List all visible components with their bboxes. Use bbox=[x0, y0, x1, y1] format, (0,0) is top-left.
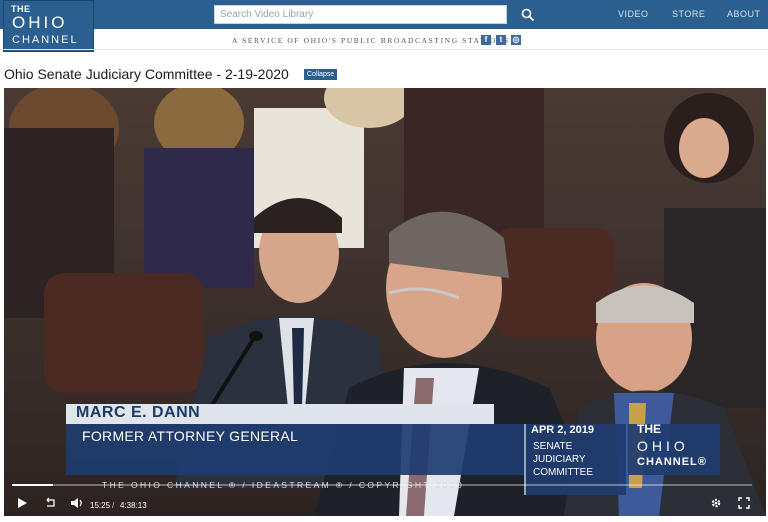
committee-label: SENATE JUDICIARY COMMITTEE bbox=[533, 441, 593, 478]
fullscreen-icon bbox=[738, 497, 750, 509]
nav-video[interactable]: VIDEO bbox=[618, 9, 649, 19]
facebook-icon[interactable]: f bbox=[481, 35, 491, 45]
progress-bar[interactable] bbox=[12, 484, 752, 486]
ohio-channel-logo[interactable]: THE OHIO CHANNEL bbox=[3, 0, 94, 52]
recording-date: APR 2, 2019 bbox=[531, 424, 594, 436]
collapse-button[interactable]: Collapse bbox=[304, 69, 338, 80]
speaker-name: MARC E. DANN bbox=[76, 404, 201, 421]
twitter-icon[interactable]: t bbox=[496, 35, 506, 45]
settings-button[interactable] bbox=[710, 497, 722, 509]
service-tagline: A SERVICE OF OHIO'S PUBLIC BROADCASTING … bbox=[232, 36, 510, 45]
current-time: 15:25 bbox=[90, 501, 111, 510]
instagram-icon[interactable]: ◎ bbox=[511, 35, 521, 45]
nav-about[interactable]: ABOUT bbox=[727, 9, 761, 19]
nav-store[interactable]: STORE bbox=[672, 9, 705, 19]
search-icon bbox=[521, 8, 534, 21]
video-player[interactable]: MARC E. DANN FORMER ATTORNEY GENERAL APR… bbox=[4, 88, 766, 516]
search-input[interactable] bbox=[214, 5, 507, 24]
replay-icon bbox=[46, 497, 55, 507]
volume-icon bbox=[71, 498, 82, 508]
fullscreen-button[interactable] bbox=[738, 497, 750, 509]
top-navigation-bar: VIDEO STORE ABOUT bbox=[0, 0, 768, 29]
play-button[interactable] bbox=[16, 497, 28, 509]
logo-channel: CHANNEL bbox=[12, 34, 79, 46]
progress-fill bbox=[12, 484, 53, 486]
brand-channel: CHANNEL® bbox=[637, 456, 707, 468]
time-separator: / bbox=[112, 501, 115, 510]
gear-icon bbox=[711, 498, 721, 508]
play-icon bbox=[18, 498, 27, 508]
duration: 4:38:13 bbox=[120, 501, 147, 510]
replay-button[interactable] bbox=[44, 497, 56, 509]
brand-the: THE bbox=[637, 422, 661, 436]
brand-ohio: OHIO bbox=[637, 438, 689, 454]
page-title: Ohio Senate Judiciary Committee - 2-19-2… bbox=[4, 66, 289, 82]
header-divider bbox=[0, 49, 768, 50]
search-button[interactable] bbox=[507, 5, 548, 24]
logo-ohio: OHIO bbox=[12, 13, 68, 32]
player-controls: 15:25 / 4:38:13 bbox=[4, 492, 766, 516]
volume-button[interactable] bbox=[70, 497, 84, 509]
speaker-title: FORMER ATTORNEY GENERAL bbox=[82, 428, 299, 444]
